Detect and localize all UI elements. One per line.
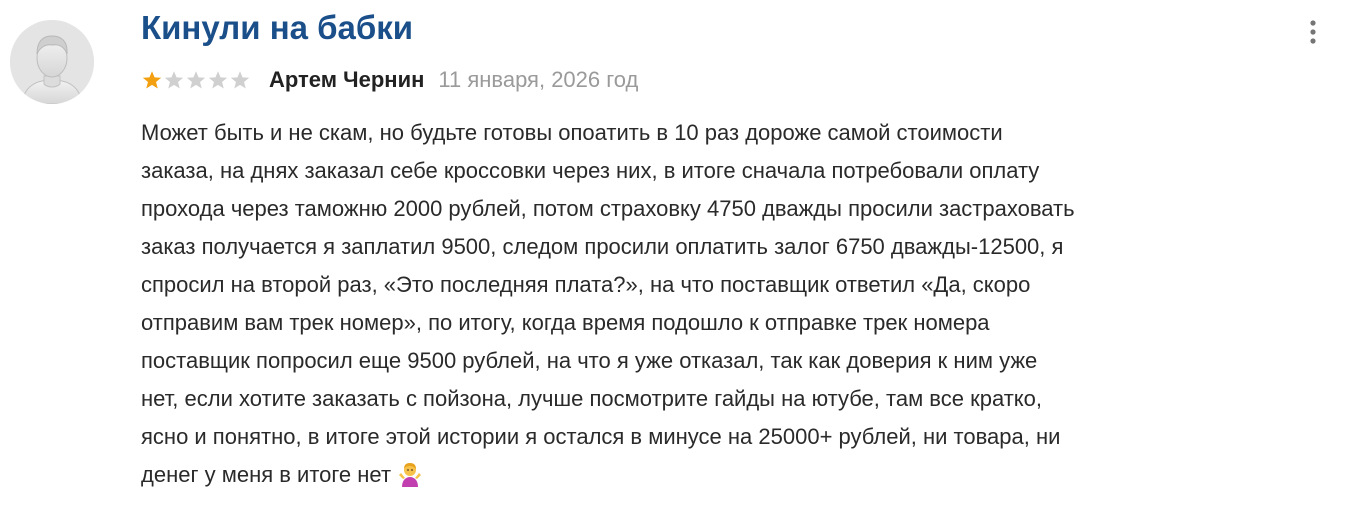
review-body-line: денег у меня в итоге нет: [141, 456, 1331, 494]
rating-stars: [141, 69, 251, 91]
review-body-line: Может быть и не скам, но будьте готовы о…: [141, 114, 1331, 152]
review-meta: Артем Чернин 11 января, 2026 год: [141, 62, 638, 98]
review-body-line-text: ясно и понятно, в итоге этой истории я о…: [141, 424, 1061, 449]
review-body-line-text: заказа, на днях заказал себе кроссовки ч…: [141, 158, 1040, 183]
review-body-line-text: нет, если хотите заказать с пойзона, луч…: [141, 386, 1043, 411]
star-filled-icon: [142, 71, 162, 89]
review-card: Кинули на бабки Артем Чернин 11 января, …: [0, 0, 1347, 521]
review-body-line-text: поставщик попросил еще 9500 рублей, на ч…: [141, 348, 1038, 373]
review-body-line: прохода через таможню 2000 рублей, потом…: [141, 190, 1331, 228]
review-body-line-text: денег у меня в итоге нет: [141, 462, 392, 487]
review-date: 11 января, 2026 год: [438, 67, 639, 92]
review-body-line: заказ получается я заплатил 9500, следом…: [141, 228, 1331, 266]
review-body-line-text: Может быть и не скам, но будьте готовы о…: [141, 120, 1003, 145]
person-shrugging-emoji: [399, 463, 422, 487]
more-vertical-icon: [1310, 20, 1316, 44]
review-body-line-text: прохода через таможню 2000 рублей, потом…: [141, 196, 1075, 221]
star-empty-icon: [208, 71, 228, 89]
review-body-line-text: спросил на второй раз, «Это последняя пл…: [141, 272, 1031, 297]
avatar[interactable]: [10, 20, 94, 104]
review-body-line-text: отправим вам трек номер», по итогу, когд…: [141, 310, 990, 335]
review-body-line: отправим вам трек номер», по итогу, когд…: [141, 304, 1331, 342]
review-body: Может быть и не скам, но будьте готовы о…: [141, 114, 1331, 494]
review-body-line: спросил на второй раз, «Это последняя пл…: [141, 266, 1331, 304]
star-empty-icon: [186, 71, 206, 89]
more-options-button[interactable]: [1298, 14, 1328, 50]
review-body-line: нет, если хотите заказать с пойзона, луч…: [141, 380, 1331, 418]
star-empty-icon: [230, 71, 250, 89]
review-body-line: ясно и понятно, в итоге этой истории я о…: [141, 418, 1331, 456]
review-body-line-text: заказ получается я заплатил 9500, следом…: [141, 234, 1064, 259]
author-name[interactable]: Артем Чернин: [269, 67, 424, 93]
review-title: Кинули на бабки: [141, 9, 414, 46]
review-body-line: поставщик попросил еще 9500 рублей, на ч…: [141, 342, 1331, 380]
star-empty-icon: [164, 71, 184, 89]
user-avatar-icon: [10, 20, 94, 104]
review-body-line: заказа, на днях заказал себе кроссовки ч…: [141, 152, 1331, 190]
